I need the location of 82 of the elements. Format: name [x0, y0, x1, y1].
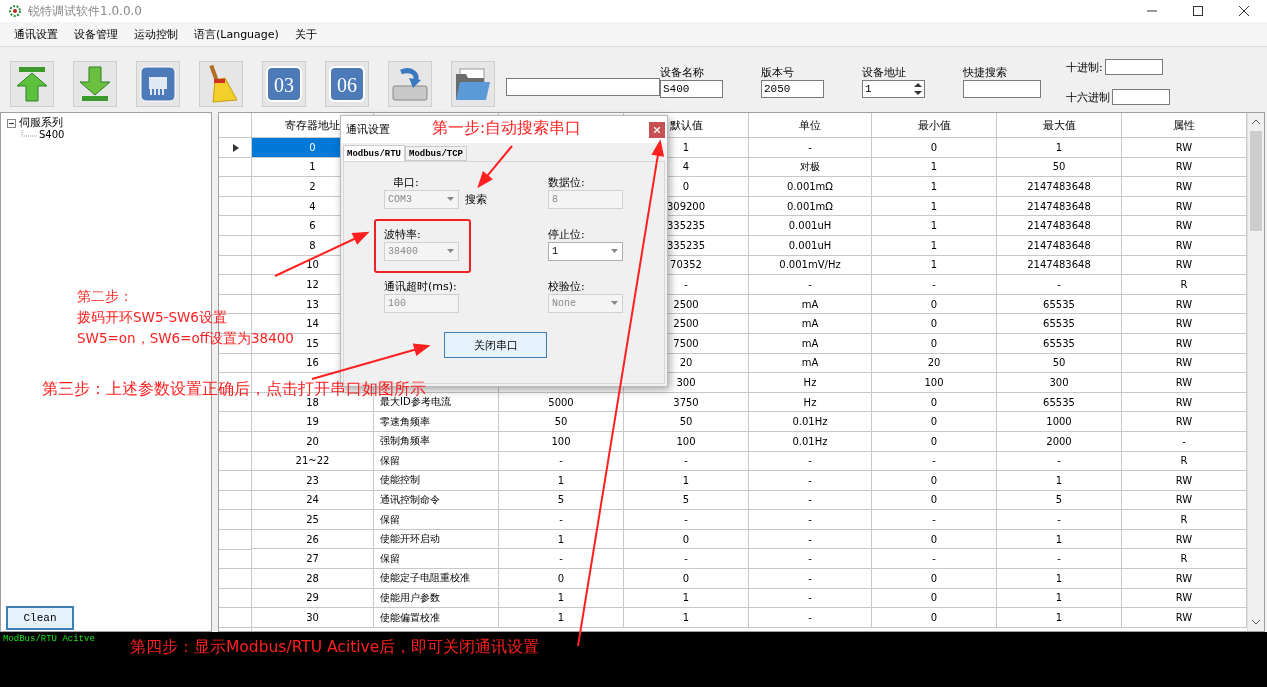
- close-port-button[interactable]: 关闭串口: [444, 332, 547, 358]
- table-cell: 26: [252, 529, 374, 550]
- input-field[interactable]: [1112, 89, 1170, 105]
- input-field[interactable]: S400: [660, 80, 723, 98]
- table-cell: -: [624, 549, 749, 570]
- tree-item[interactable]: S400: [39, 129, 65, 140]
- console-line: ModBus/RTU Acitve: [3, 634, 96, 644]
- caret-icon: [447, 249, 454, 254]
- close-icon: [654, 126, 660, 133]
- column-header[interactable]: 最小值: [872, 113, 997, 138]
- field-label: 串口:: [392, 176, 420, 189]
- field-label: 十进制:: [1066, 60, 1103, 74]
- menu-item[interactable]: 语言(Language): [186, 24, 287, 44]
- column-header[interactable]: 属性: [1122, 113, 1247, 138]
- column-header[interactable]: 单位: [749, 113, 872, 138]
- input-field[interactable]: [506, 78, 660, 96]
- input-field[interactable]: 2050: [761, 80, 824, 98]
- field-label: 设备地址: [862, 66, 907, 79]
- menu-item[interactable]: 设备管理: [66, 24, 126, 44]
- table-cell: 使能开环启动: [374, 529, 499, 550]
- spin-field[interactable]: 1: [862, 80, 925, 98]
- arrow-up-icon: [15, 66, 49, 102]
- menu-item[interactable]: 通讯设置: [6, 24, 66, 44]
- toolbar-button[interactable]: [388, 61, 432, 107]
- table-cell: -: [749, 529, 872, 550]
- toolbar-button[interactable]: [136, 61, 180, 107]
- field-label: 快捷搜索: [963, 66, 1008, 79]
- annotation-text: 第二步：: [77, 287, 133, 306]
- table-cell: 0: [624, 529, 749, 550]
- annotation-text: 拨码开环SW5-SW6设置: [77, 308, 227, 327]
- window-title: 锐特调试软件1.0.0.0: [28, 2, 142, 20]
- table-cell: -: [997, 549, 1122, 570]
- scroll-up-icon[interactable]: [1251, 117, 1261, 127]
- field-label: 数据位:: [548, 176, 586, 189]
- table-cell: -: [499, 549, 624, 570]
- field-label: 停止位:: [548, 228, 586, 241]
- tab[interactable]: Modbus/RTU: [343, 145, 405, 161]
- tree-line-icon: [21, 129, 39, 140]
- close-button[interactable]: [649, 121, 665, 138]
- tab[interactable]: Modbus/TCP: [405, 146, 468, 161]
- table-cell: 27: [252, 549, 374, 570]
- chip-icon: [140, 66, 176, 102]
- toolbar-button[interactable]: [10, 61, 54, 107]
- field-label: 版本号: [761, 66, 795, 79]
- field-label: 十六进制: [1066, 90, 1110, 104]
- annotation-arrow: [478, 145, 513, 187]
- column-header[interactable]: 最大值: [997, 113, 1122, 138]
- table-cell: 0: [872, 529, 997, 550]
- field-label: 设备名称: [660, 66, 705, 79]
- clean-button[interactable]: Clean: [6, 606, 74, 630]
- menu-item[interactable]: 关于: [286, 24, 325, 44]
- scrollbar[interactable]: [1247, 113, 1264, 631]
- caret-icon: [447, 197, 454, 202]
- table-cell: 1: [997, 529, 1122, 550]
- toolbar-button[interactable]: [451, 61, 495, 107]
- dropdown[interactable]: 1: [548, 242, 623, 261]
- field-label: 波特率:: [384, 228, 422, 241]
- tree-item[interactable]: 伺服系列: [19, 117, 63, 129]
- annotation-text: 第四步：显示Modbus/RTU Acitive后，即可关闭通讯设置: [130, 637, 540, 658]
- table-cell: -: [749, 549, 872, 570]
- table-cell: RW: [1122, 529, 1247, 550]
- spinner-arrows-icon[interactable]: [912, 81, 924, 97]
- field-label: 通讯超时(ms):: [384, 280, 458, 293]
- collapse-icon[interactable]: [7, 118, 16, 128]
- scroll-down-icon[interactable]: [1251, 617, 1261, 627]
- menu-item[interactable]: 运动控制: [126, 24, 186, 44]
- table-cell: 保留: [374, 549, 499, 570]
- table-cell: -: [872, 549, 997, 570]
- arrow-down-icon: [78, 66, 112, 102]
- toolbar-button[interactable]: [73, 61, 117, 107]
- caret-icon: [611, 249, 618, 254]
- scroll-thumb[interactable]: [1250, 131, 1262, 231]
- input-field[interactable]: [963, 80, 1041, 98]
- input-field[interactable]: [1104, 59, 1163, 75]
- field-label: 校验位:: [548, 280, 586, 293]
- app-logo-icon: [8, 4, 22, 18]
- table-cell: R: [1122, 549, 1247, 570]
- toolbar-button[interactable]: [199, 61, 243, 107]
- caret-icon: [611, 301, 618, 306]
- folder-icon: [454, 66, 492, 102]
- annotation-text: 第一步:自动搜索串口: [432, 118, 582, 139]
- disk-drive-icon: [391, 66, 429, 102]
